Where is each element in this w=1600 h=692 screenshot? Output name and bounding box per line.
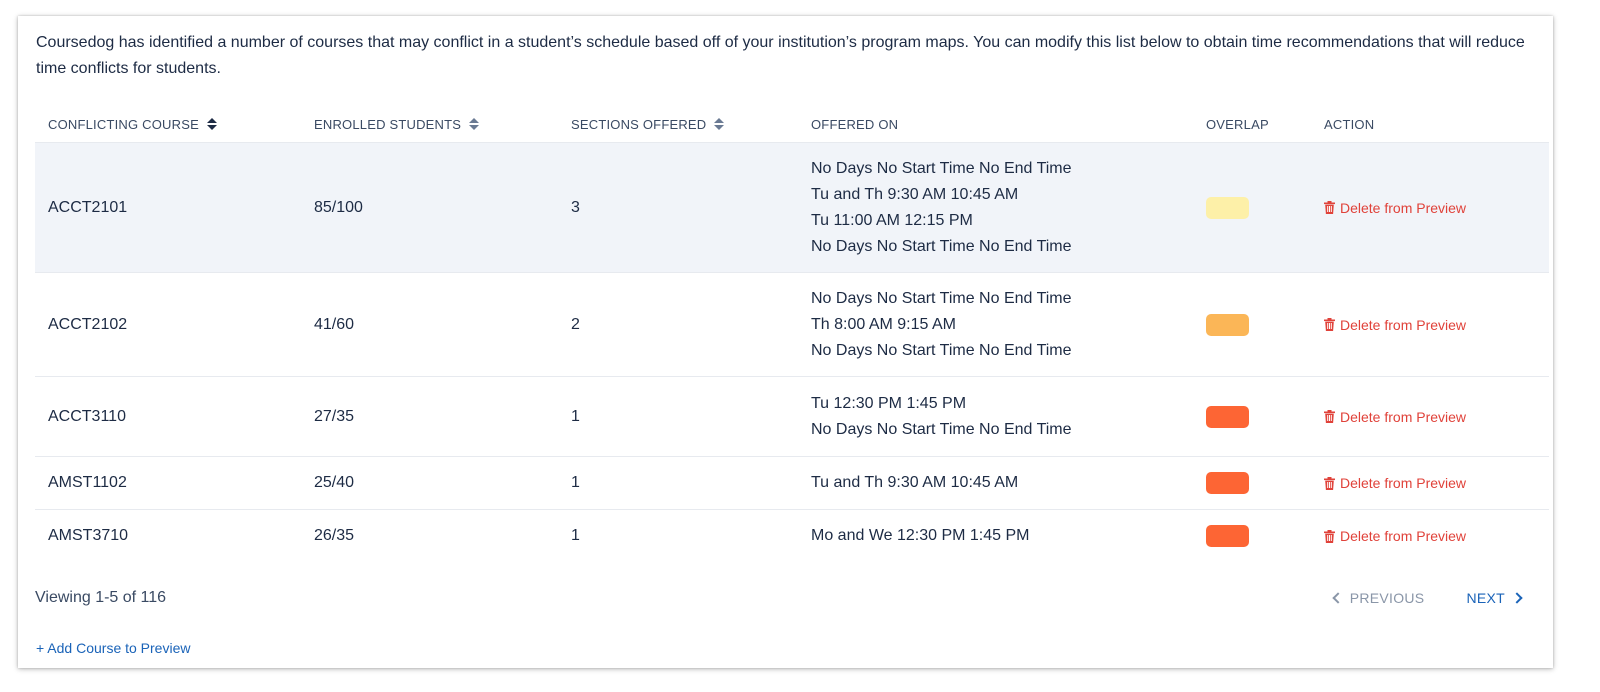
overlap-swatch bbox=[1206, 196, 1249, 219]
column-label-overlap: OVERLAP bbox=[1206, 116, 1269, 132]
course-code: AMST3710 bbox=[48, 527, 129, 544]
offered-line: No Days No Start Time No End Time bbox=[811, 237, 1072, 255]
table-row: ACCT2102 41/60 2 No Days No Start Time N… bbox=[35, 272, 1549, 376]
sections-offered: 1 bbox=[571, 527, 580, 544]
trash-icon bbox=[1324, 410, 1335, 423]
offered-line: No Days No Start Time No End Time bbox=[811, 289, 1072, 307]
column-label-course: CONFLICTING COURSE bbox=[48, 116, 199, 132]
pagination-summary: Viewing 1-5 of 116 bbox=[35, 589, 167, 606]
offered-on: Mo and We 12:30 PM 1:45 PM bbox=[798, 523, 1193, 549]
chevron-left-icon bbox=[1332, 592, 1344, 604]
enrolled-students: 41/60 bbox=[314, 315, 355, 333]
offered-line: No Days No Start Time No End Time bbox=[811, 341, 1072, 359]
column-header-action: ACTION bbox=[1311, 117, 1549, 132]
sections-offered: 3 bbox=[571, 198, 580, 216]
offered-on: No Days No Start Time No End Time Tu and… bbox=[798, 156, 1193, 260]
course-code: ACCT2102 bbox=[48, 315, 128, 333]
table-header: CONFLICTING COURSE ENROLLED STUDENTS SEC… bbox=[35, 106, 1549, 142]
column-label-action: ACTION bbox=[1324, 116, 1375, 132]
sections-offered: 1 bbox=[571, 474, 580, 491]
action-cell: Delete from Preview bbox=[1311, 200, 1549, 216]
delete-label: Delete from Preview bbox=[1340, 408, 1467, 425]
table-row: ACCT3110 27/35 1 Tu 12:30 PM 1:45 PM No … bbox=[35, 376, 1549, 456]
next-page-button[interactable]: NEXT bbox=[1466, 590, 1523, 606]
pagination: PREVIOUS NEXT bbox=[1332, 590, 1523, 606]
column-header-sections[interactable]: SECTIONS OFFERED bbox=[558, 117, 798, 132]
delete-from-preview-button[interactable]: Delete from Preview bbox=[1324, 409, 1549, 425]
offered-line: Tu 11:00 AM 12:15 PM bbox=[811, 211, 973, 229]
conflicts-table: CONFLICTING COURSE ENROLLED STUDENTS SEC… bbox=[35, 106, 1549, 562]
offered-on: No Days No Start Time No End Time Th 8:0… bbox=[798, 286, 1193, 364]
trash-icon bbox=[1324, 476, 1335, 490]
overlap-swatch bbox=[1206, 525, 1249, 547]
enrolled-students: 26/35 bbox=[314, 527, 355, 544]
trash-icon bbox=[1324, 201, 1335, 214]
enrolled-students: 85/100 bbox=[314, 198, 363, 216]
offered-on: Tu 12:30 PM 1:45 PM No Days No Start Tim… bbox=[798, 391, 1193, 443]
offered-line: Tu and Th 9:30 AM 10:45 AM bbox=[811, 474, 1019, 491]
column-header-enrolled[interactable]: ENROLLED STUDENTS bbox=[301, 117, 558, 132]
overlap-cell bbox=[1193, 525, 1311, 547]
offered-line: No Days No Start Time No End Time bbox=[811, 159, 1072, 177]
column-label-enrolled: ENROLLED STUDENTS bbox=[314, 116, 462, 132]
course-code: AMST1102 bbox=[48, 474, 127, 491]
table-row: AMST1102 25/40 1 Tu and Th 9:30 AM 10:45… bbox=[35, 456, 1549, 509]
course-code: ACCT3110 bbox=[48, 407, 126, 425]
overlap-cell bbox=[1193, 472, 1311, 494]
overlap-cell bbox=[1193, 196, 1311, 219]
overlap-cell bbox=[1193, 405, 1311, 428]
sort-icon[interactable] bbox=[206, 118, 217, 130]
previous-page-button[interactable]: PREVIOUS bbox=[1332, 590, 1425, 606]
overlap-swatch bbox=[1206, 313, 1249, 336]
trash-icon bbox=[1324, 318, 1335, 331]
action-cell: Delete from Preview bbox=[1311, 528, 1549, 544]
offered-line: Mo and We 12:30 PM 1:45 PM bbox=[811, 527, 1030, 544]
column-header-offered: OFFERED ON bbox=[798, 117, 1193, 132]
offered-line: No Days No Start Time No End Time bbox=[811, 420, 1072, 438]
trash-icon bbox=[1324, 529, 1335, 543]
column-header-overlap: OVERLAP bbox=[1193, 117, 1311, 132]
sections-offered: 1 bbox=[571, 407, 580, 425]
overlap-swatch bbox=[1206, 472, 1249, 494]
conflicts-card: Coursedog has identified a number of cou… bbox=[18, 16, 1553, 668]
previous-label: PREVIOUS bbox=[1349, 590, 1425, 606]
table-row: ACCT2101 85/100 3 No Days No Start Time … bbox=[35, 142, 1549, 272]
column-header-course[interactable]: CONFLICTING COURSE bbox=[35, 117, 301, 132]
column-label-offered: OFFERED ON bbox=[811, 116, 899, 132]
delete-from-preview-button[interactable]: Delete from Preview bbox=[1324, 475, 1549, 491]
action-cell: Delete from Preview bbox=[1311, 317, 1549, 333]
offered-line: Tu and Th 9:30 AM 10:45 AM bbox=[811, 185, 1019, 203]
offered-line: Th 8:00 AM 9:15 AM bbox=[811, 315, 956, 333]
overlap-swatch bbox=[1206, 405, 1249, 428]
table-footer: Viewing 1-5 of 116 PREVIOUS NEXT bbox=[35, 586, 1549, 614]
action-cell: Delete from Preview bbox=[1311, 475, 1549, 491]
sections-offered: 2 bbox=[571, 315, 580, 333]
action-cell: Delete from Preview bbox=[1311, 409, 1549, 425]
overlap-cell bbox=[1193, 313, 1311, 336]
sort-icon[interactable] bbox=[469, 118, 480, 130]
delete-label: Delete from Preview bbox=[1340, 199, 1467, 216]
delete-from-preview-button[interactable]: Delete from Preview bbox=[1324, 200, 1549, 216]
delete-label: Delete from Preview bbox=[1340, 475, 1467, 491]
delete-label: Delete from Preview bbox=[1340, 316, 1467, 333]
intro-text: Coursedog has identified a number of cou… bbox=[36, 34, 1525, 77]
next-label: NEXT bbox=[1466, 590, 1505, 606]
sort-icon[interactable] bbox=[714, 118, 725, 130]
add-course-to-preview-link[interactable]: + Add Course to Preview bbox=[36, 640, 190, 656]
delete-from-preview-button[interactable]: Delete from Preview bbox=[1324, 528, 1549, 544]
table-row: AMST3710 26/35 1 Mo and We 12:30 PM 1:45… bbox=[35, 509, 1549, 562]
enrolled-students: 25/40 bbox=[314, 474, 355, 491]
delete-label: Delete from Preview bbox=[1340, 528, 1467, 544]
chevron-right-icon bbox=[1511, 592, 1523, 604]
delete-from-preview-button[interactable]: Delete from Preview bbox=[1324, 317, 1549, 333]
enrolled-students: 27/35 bbox=[314, 407, 355, 425]
offered-on: Tu and Th 9:30 AM 10:45 AM bbox=[798, 470, 1193, 496]
offered-line: Tu 12:30 PM 1:45 PM bbox=[811, 394, 967, 412]
column-label-sections: SECTIONS OFFERED bbox=[571, 116, 707, 132]
course-code: ACCT2101 bbox=[48, 198, 128, 216]
